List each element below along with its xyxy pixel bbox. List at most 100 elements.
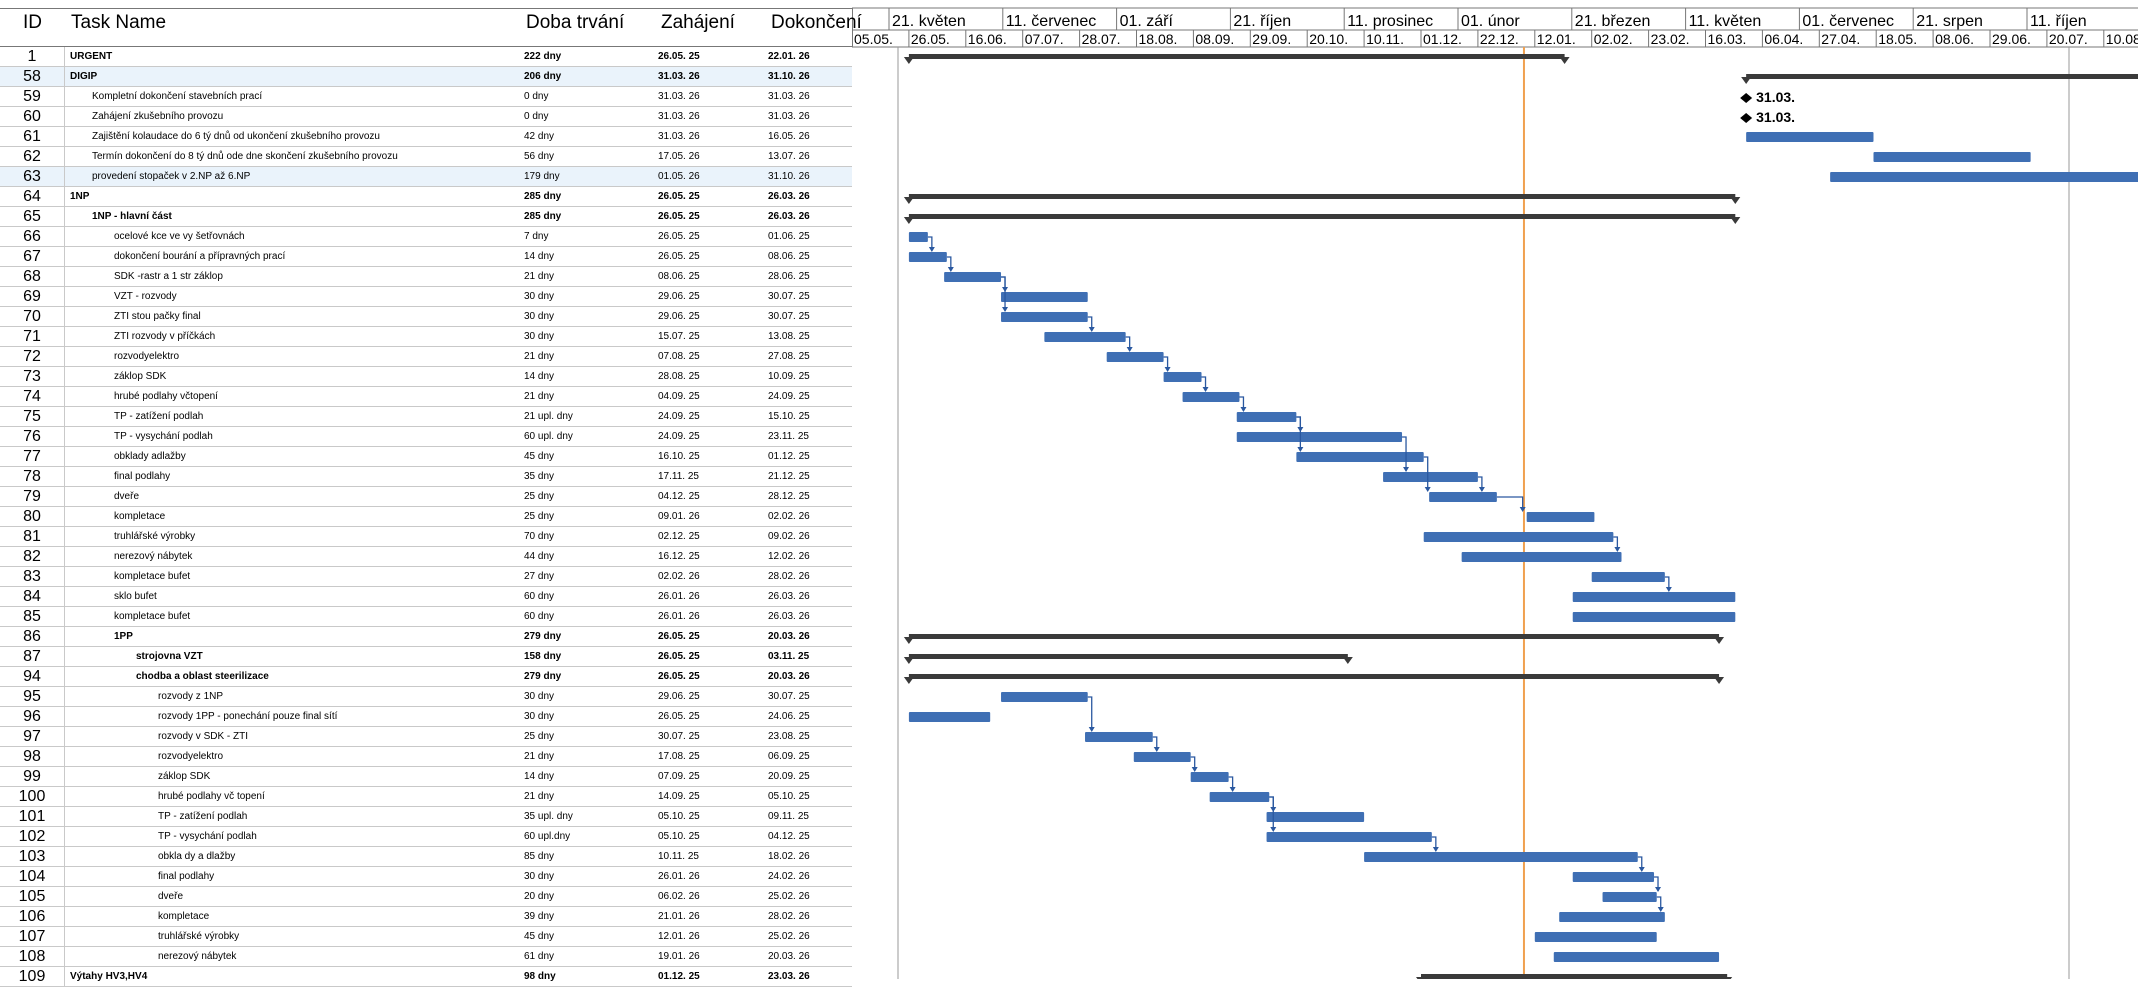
task-duration: 60 upl. dny — [524, 431, 573, 442]
col-header-id[interactable]: ID — [0, 8, 66, 47]
task-row[interactable]: 65 1NP - hlavní část 285 dny 26.05. 25 26.03… — [0, 207, 852, 227]
task-row[interactable]: 70 ZTI stou pačky final 30 dny 29.06. 25 30.… — [0, 307, 852, 327]
task-row[interactable]: 81 truhlářské výrobky 70 dny 02.12. 25 09.02… — [0, 527, 852, 547]
task-finish: 13.08. 25 — [768, 331, 810, 342]
task-start: 15.07. 25 — [658, 331, 700, 342]
task-row[interactable]: 67 dokončení bourání a přípravných prací 1… — [0, 247, 852, 267]
task-finish: 02.02. 26 — [768, 511, 810, 522]
task-row[interactable]: 71 ZTI rozvody v příčkách 30 dny 15.07. 25 1… — [0, 327, 852, 347]
task-row[interactable]: 106 kompletace 39 dny 21.01. 26 28.02. 26 — [0, 907, 852, 927]
task-name: strojovna VZT — [136, 651, 203, 662]
task-id: 104 — [0, 867, 65, 887]
task-duration: 179 dny — [524, 171, 560, 182]
summary-bar-end-cap — [1730, 217, 1741, 224]
task-row[interactable]: 66 ocelové kce ve vy šetřovnách 7 dny 26.05… — [0, 227, 852, 247]
col-header-finish[interactable]: Dokončení — [765, 8, 862, 47]
gantt-chart[interactable]: 05.05. 26.05. 16.06. 07.07. 28.07. 18.08. 08.0… — [852, 0, 2138, 979]
task-row[interactable]: 72 rozvodyelektro 21 dny 07.08. 25 27.08. 25 — [0, 347, 852, 367]
task-duration: 30 dny — [524, 871, 555, 882]
task-row[interactable]: 84 sklo bufet 60 dny 26.01. 26 26.03. 26 — [0, 587, 852, 607]
task-row[interactable]: 60 Zahájení zkušebního provozu 0 dny 31.03.… — [0, 107, 852, 127]
minor-tick-label: 07.07. — [1025, 31, 1064, 47]
task-finish: 01.06. 25 — [768, 231, 810, 242]
dependency-arrow — [947, 267, 954, 272]
summary-bar-start-cap — [903, 637, 914, 644]
task-row[interactable]: 1 URGENT 222 dny 26.05. 25 22.01. 26 — [0, 47, 852, 67]
task-row[interactable]: 86 1PP 279 dny 26.05. 25 20.03. 26 — [0, 627, 852, 647]
task-row[interactable]: 74 hrubé podlahy včtopení 21 dny 04.09. 25 2… — [0, 387, 852, 407]
task-row[interactable]: 61 Zajištění kolaudace do 6 tý dnů od uko… — [0, 127, 852, 147]
task-duration: 279 dny — [524, 631, 562, 642]
task-row[interactable]: 102 TP - vysychání podlah 60 upl.dny 05.10.… — [0, 827, 852, 847]
task-finish: 27.08. 25 — [768, 351, 810, 362]
summary-bar-end-cap — [1559, 57, 1570, 64]
task-row[interactable]: 96 rozvody 1PP - ponechání pouze final sí… — [0, 707, 852, 727]
task-start: 04.09. 25 — [658, 391, 700, 402]
task-row[interactable]: 77 obklady adlažby 45 dny 16.10. 25 01.12. 2… — [0, 447, 852, 467]
minor-tick-label: 10.11. — [1366, 31, 1404, 47]
task-start: 26.05. 25 — [658, 211, 700, 222]
task-bar — [1461, 552, 1622, 562]
task-row[interactable]: 63 provedení stopaček v 2.NP až 6.NP 179 d… — [0, 167, 852, 187]
col-header-duration[interactable]: Doba trvání — [520, 8, 656, 47]
task-row[interactable]: 99 záklop SDK 14 dny 07.09. 25 20.09. 25 — [0, 767, 852, 787]
task-row[interactable]: 80 kompletace 25 dny 09.01. 26 02.02. 26 — [0, 507, 852, 527]
task-row[interactable]: 59 Kompletní dokončení stavebních prací 0 … — [0, 87, 852, 107]
task-row[interactable]: 75 TP - zatížení podlah 21 upl. dny 24.09. … — [0, 407, 852, 427]
task-row[interactable]: 95 rozvody z 1NP 30 dny 29.06. 25 30.07. 25 — [0, 687, 852, 707]
task-finish: 26.03. 26 — [768, 611, 810, 622]
task-row[interactable]: 83 kompletace bufet 27 dny 02.02. 26 28.02. … — [0, 567, 852, 587]
minor-tick-label: 01.12. — [1423, 31, 1462, 47]
task-row[interactable]: 98 rozvodyelektro 21 dny 17.08. 25 06.09. 25 — [0, 747, 852, 767]
task-row[interactable]: 100 hrubé podlahy vč topení 21 dny 14.09. 2… — [0, 787, 852, 807]
task-row[interactable]: 87 strojovna VZT 158 dny 26.05. 25 03.11. 25 — [0, 647, 852, 667]
task-finish: 24.06. 25 — [768, 711, 810, 722]
task-row[interactable]: 69 VZT - rozvody 30 dny 29.06. 25 30.07. 25 — [0, 287, 852, 307]
task-name: Kompletní dokončení stavebních prací — [92, 91, 263, 102]
major-tick-label: 21. říjen — [1233, 13, 1291, 30]
task-row[interactable]: 108 nerezový nábytek 61 dny 19.01. 26 20.03.… — [0, 947, 852, 967]
task-row[interactable]: 62 Termín dokončení do 8 tý dnů ode dne s… — [0, 147, 852, 167]
col-header-start[interactable]: Zahájení — [655, 8, 766, 47]
task-row[interactable]: 82 nerezový nábytek 44 dny 16.12. 25 12.02. … — [0, 547, 852, 567]
task-row[interactable]: 79 dveře 25 dny 04.12. 25 28.12. 25 — [0, 487, 852, 507]
minor-tick-label: 28.07. — [1082, 31, 1121, 47]
col-header-task-name[interactable]: Task Name — [65, 8, 521, 47]
task-id: 87 — [0, 647, 65, 667]
task-row[interactable]: 107 truhlářské výrobky 45 dny 12.01. 26 25.0… — [0, 927, 852, 947]
task-row[interactable]: 85 kompletace bufet 60 dny 26.01. 26 26.03. … — [0, 607, 852, 627]
task-row[interactable]: 73 záklop SDK 14 dny 28.08. 25 10.09. 25 — [0, 367, 852, 387]
task-finish: 30.07. 25 — [768, 311, 810, 322]
task-row[interactable]: 105 dveře 20 dny 06.02. 26 25.02. 26 — [0, 887, 852, 907]
task-duration: 25 dny — [524, 511, 555, 522]
task-finish: 06.09. 25 — [768, 751, 810, 762]
task-start: 31.03. 26 — [658, 131, 700, 142]
milestone-marker — [1740, 113, 1753, 123]
task-row[interactable]: 109 Výtahy HV3,HV4 98 dny 01.12. 25 23.03. 2… — [0, 967, 852, 987]
task-name: ZTI rozvody v příčkách — [114, 331, 216, 342]
task-finish: 28.06. 25 — [768, 271, 810, 282]
summary-bar-start-cap — [903, 57, 914, 64]
dependency-link — [1496, 496, 1524, 511]
task-row[interactable]: 103 obkla dy a dlažby 85 dny 10.11. 25 18.02… — [0, 847, 852, 867]
task-start: 29.06. 25 — [658, 291, 700, 302]
task-id: 109 — [0, 967, 65, 987]
task-bar — [1746, 132, 1874, 142]
task-row[interactable]: 97 rozvody v SDK - ZTI 25 dny 30.07. 25 23.0… — [0, 727, 852, 747]
task-row[interactable]: 68 SDK -rastr a 1 str záklop 21 dny 08.06. … — [0, 267, 852, 287]
task-finish: 31.03. 26 — [768, 111, 810, 122]
major-tick-label: 11. červenec — [1006, 13, 1096, 30]
task-row[interactable]: 64 1NP 285 dny 26.05. 25 26.03. 26 — [0, 187, 852, 207]
task-start: 28.08. 25 — [658, 371, 700, 382]
task-duration: 45 dny — [524, 451, 555, 462]
task-row[interactable]: 104 final podlahy 30 dny 26.01. 26 24.02. 26 — [0, 867, 852, 887]
task-finish: 09.02. 26 — [768, 531, 810, 542]
task-row[interactable]: 94 chodba a oblast steerilizace 279 dny 26.… — [0, 667, 852, 687]
task-row[interactable]: 58 DIGIP 206 dny 31.03. 26 31.10. 26 — [0, 67, 852, 87]
task-row[interactable]: 76 TP - vysychání podlah 60 upl. dny 24.09.… — [0, 427, 852, 447]
task-finish: 31.03. 26 — [768, 91, 810, 102]
task-row[interactable]: 101 TP - zatížení podlah 35 upl. dny 05.10.… — [0, 807, 852, 827]
dependency-arrow — [1002, 307, 1009, 312]
task-row[interactable]: 78 final podlahy 35 dny 17.11. 25 21.12. 25 — [0, 467, 852, 487]
minor-tick-label: 16.06. — [968, 31, 1007, 47]
